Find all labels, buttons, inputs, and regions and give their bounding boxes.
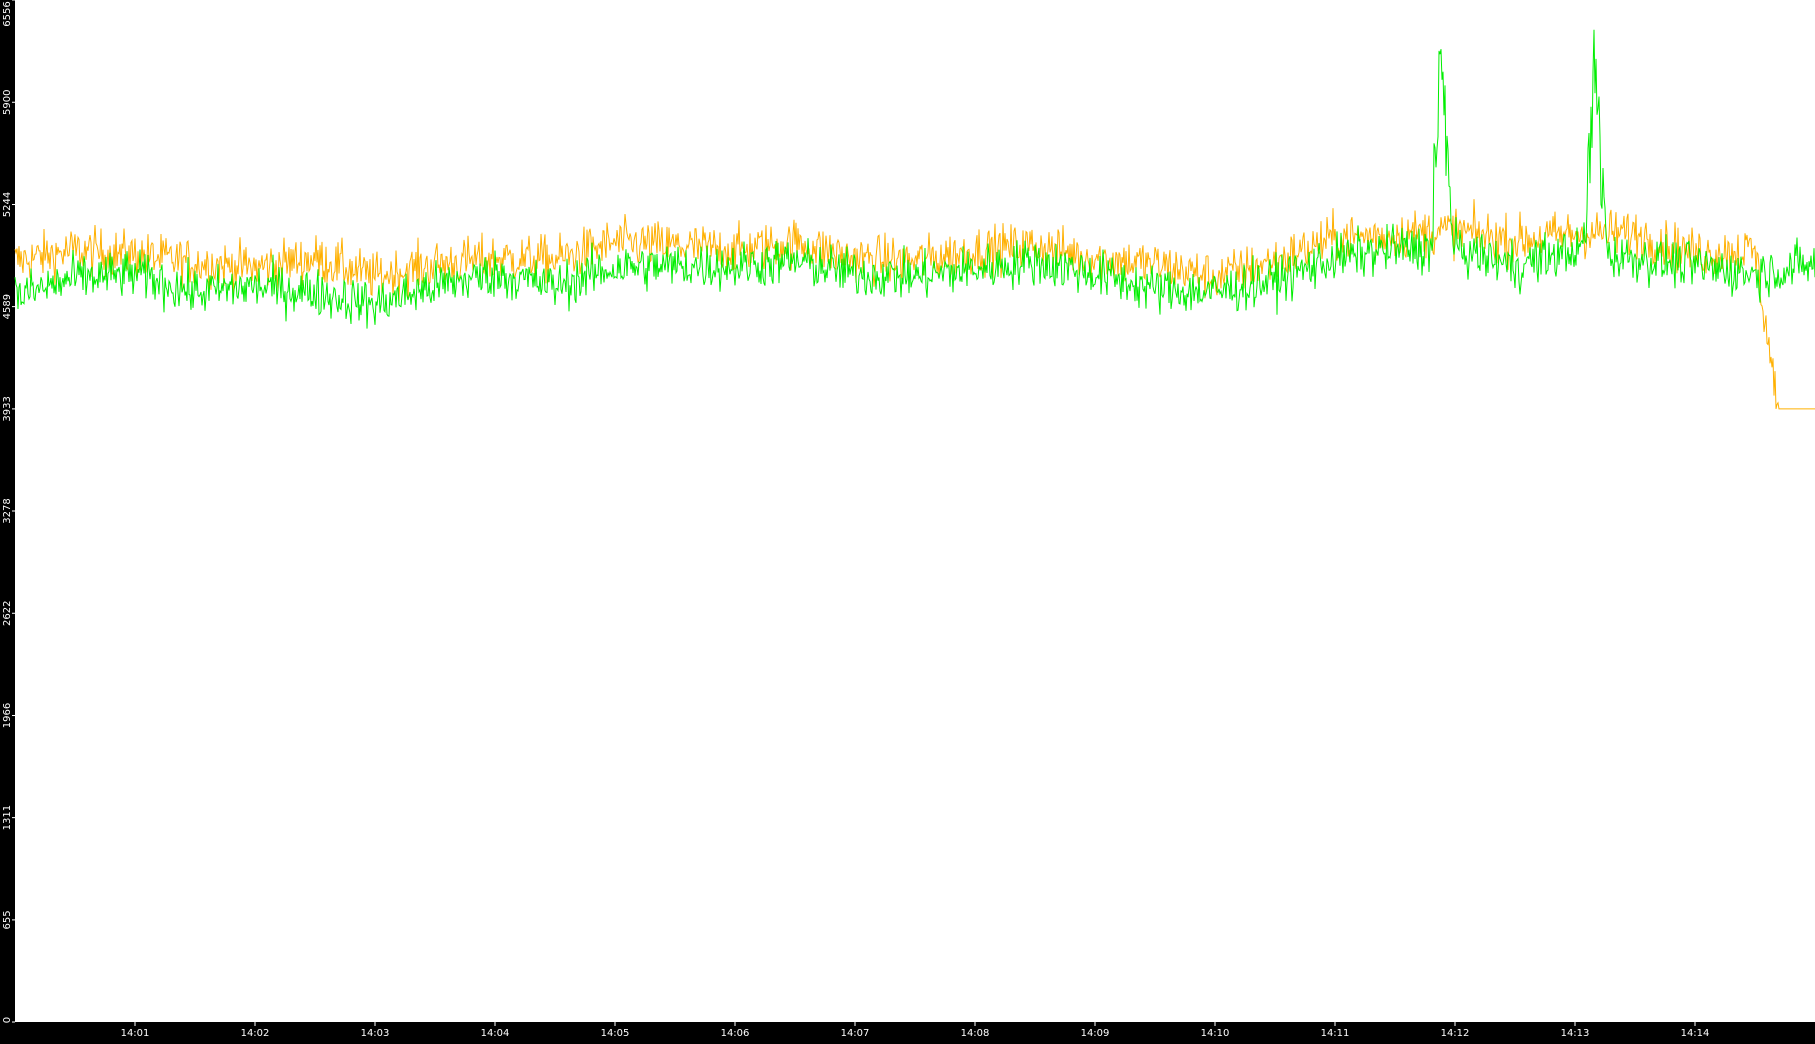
x-tick-label: 14:08	[961, 1028, 990, 1039]
x-tick-label: 14:11	[1321, 1028, 1350, 1039]
x-tick-label: 14:10	[1201, 1028, 1230, 1039]
y-tick-label: 2622	[2, 601, 13, 626]
chart-container: 0 655 1311 1966 2622 3278 3933 4589 5244 5900 6556…	[0, 0, 1815, 1039]
x-axis: 14:01 14:02 14:03 14:04 14:05 14:06 14:07 14:08…	[121, 1022, 1710, 1039]
y-tick-label: 5900	[2, 90, 13, 115]
y-tick-label: 4589	[2, 294, 13, 319]
y-tick-label: 3933	[2, 396, 13, 421]
x-tick-label: 14:01	[121, 1028, 150, 1039]
x-tick-label: 14:04	[481, 1028, 510, 1039]
y-tick-label: 6556	[2, 1, 13, 26]
y-tick-label: 0	[2, 1017, 13, 1023]
line-chart: 0 655 1311 1966 2622 3278 3933 4589 5244 5900 6556…	[2, 0, 1815, 1039]
x-tick-label: 14:14	[1681, 1028, 1710, 1039]
x-tick-label: 14:05	[601, 1028, 630, 1039]
x-tick-label: 14:13	[1561, 1028, 1590, 1039]
x-tick-label: 14:12	[1441, 1028, 1470, 1039]
y-axis: 0 655 1311 1966 2622 3278 3933 4589 5244 5900 6556	[2, 0, 15, 1023]
y-tick-label: 5244	[2, 192, 13, 217]
y-tick-label: 1311	[2, 805, 13, 830]
x-tick-label: 14:03	[361, 1028, 390, 1039]
y-tick-label: 3278	[2, 498, 13, 523]
x-tick-label: 14:06	[721, 1028, 750, 1039]
x-tick-label: 14:02	[241, 1028, 270, 1039]
y-tick-label: 1966	[2, 703, 13, 728]
x-tick-label: 14:09	[1081, 1028, 1110, 1039]
plot-background	[15, 0, 1815, 1022]
y-tick-label: 655	[2, 910, 13, 929]
x-tick-label: 14:07	[841, 1028, 870, 1039]
